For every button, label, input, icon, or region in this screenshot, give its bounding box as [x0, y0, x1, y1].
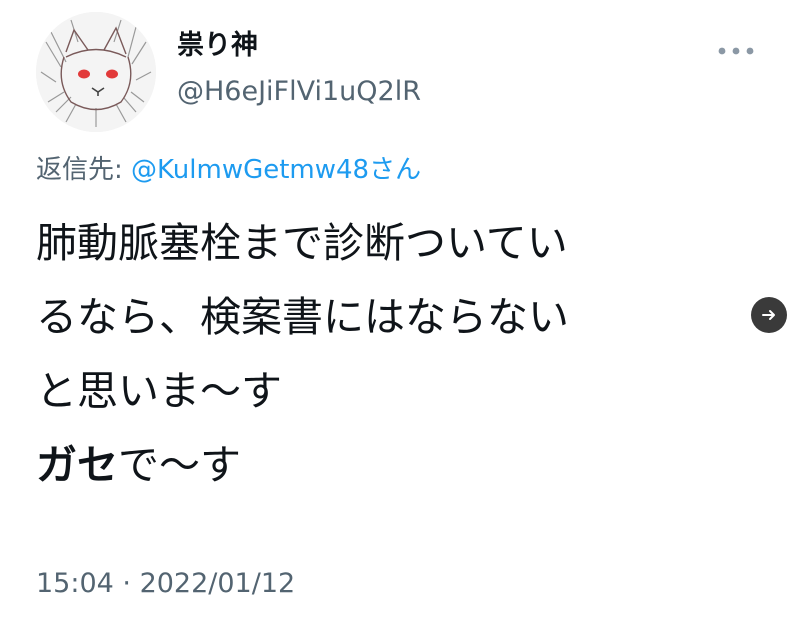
reply-mention-link[interactable]: @KulmwGetmw48さん — [131, 155, 421, 185]
tweet-date: 2022/01/12 — [139, 568, 296, 599]
user-handle[interactable]: @H6eJiFlVi1uQ2lR — [177, 74, 421, 110]
more-dots-icon — [718, 47, 754, 55]
tweet-text: 肺動脈塞栓まで診断ついてい るなら、検案書にはならない と思いま〜す ガセで〜す — [36, 206, 736, 502]
reply-mention-suffix: さん — [369, 155, 422, 185]
reply-mention-handle: @KulmwGetmw48 — [131, 155, 370, 185]
reply-prefix: 返信先: — [36, 155, 132, 185]
cat-sketch-avatar-icon — [36, 12, 156, 132]
tweet-bold-word: ガセ — [36, 441, 118, 489]
display-name[interactable]: 祟り神 — [177, 28, 258, 64]
timestamp-separator: · — [113, 568, 140, 599]
reply-context: 返信先: @KulmwGetmw48さん — [36, 152, 421, 188]
more-options-button[interactable] — [710, 36, 762, 66]
tweet-line-2: るなら、検案書にはならない — [36, 293, 569, 341]
tweet-line-4-rest: で〜す — [118, 441, 241, 489]
tweet-time: 15:04 — [36, 568, 114, 599]
avatar[interactable] — [36, 12, 156, 132]
tweet-line-4: ガセで〜す — [36, 428, 736, 502]
tweet-line-1: 肺動脈塞栓まで診断ついてい — [36, 219, 568, 267]
arrow-right-icon — [762, 310, 775, 320]
tweet-timestamp[interactable]: 15:04 · 2022/01/12 — [36, 566, 295, 602]
tweet-line-3: と思いま〜す — [36, 367, 282, 415]
next-arrow-button[interactable] — [751, 297, 787, 333]
